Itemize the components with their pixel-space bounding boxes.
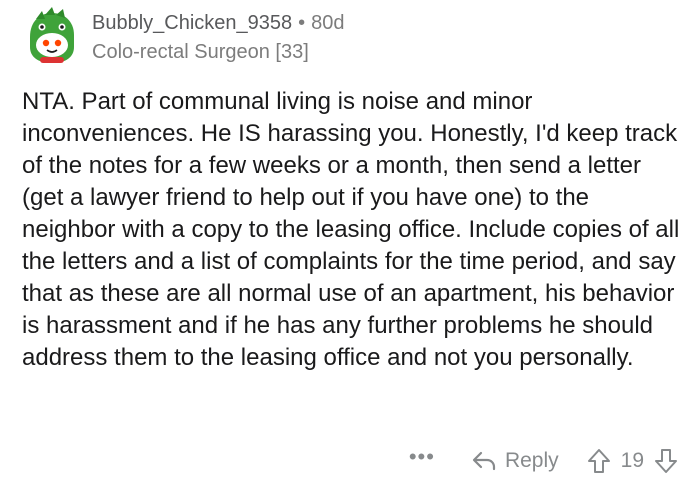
meta-separator: •	[298, 12, 306, 34]
vote-controls: 19	[587, 448, 678, 474]
comment-actions: ••• Reply 19	[409, 444, 678, 478]
reply-label: Reply	[504, 449, 559, 472]
more-options-button[interactable]: •••	[409, 446, 435, 475]
author-name[interactable]: Bubbly_Chicken_9358	[92, 12, 292, 34]
comment-header	[22, 4, 80, 68]
upvote-button[interactable]	[587, 448, 611, 474]
author-line: Bubbly_Chicken_9358 • 80d	[92, 10, 345, 36]
upvote-arrow-icon	[587, 449, 610, 473]
comment-age: 80d	[311, 12, 345, 34]
comment-body: NTA. Part of communal living is noise an…	[22, 88, 680, 371]
user-flair: Colo-rectal Surgeon [33]	[92, 41, 309, 63]
downvote-arrow-icon	[655, 449, 677, 473]
snoo-avatar-icon	[30, 7, 74, 63]
reply-button[interactable]: Reply	[471, 449, 559, 473]
downvote-button[interactable]	[654, 448, 678, 474]
user-avatar[interactable]	[22, 7, 80, 65]
comment-card: Bubbly_Chicken_9358 • 80d Colo-rectal Surg…	[0, 0, 700, 489]
reply-arrow-icon	[472, 451, 496, 471]
user-meta: Bubbly_Chicken_9358 • 80d Colo-rectal Surg…	[92, 10, 345, 65]
vote-score: 19	[620, 449, 644, 472]
